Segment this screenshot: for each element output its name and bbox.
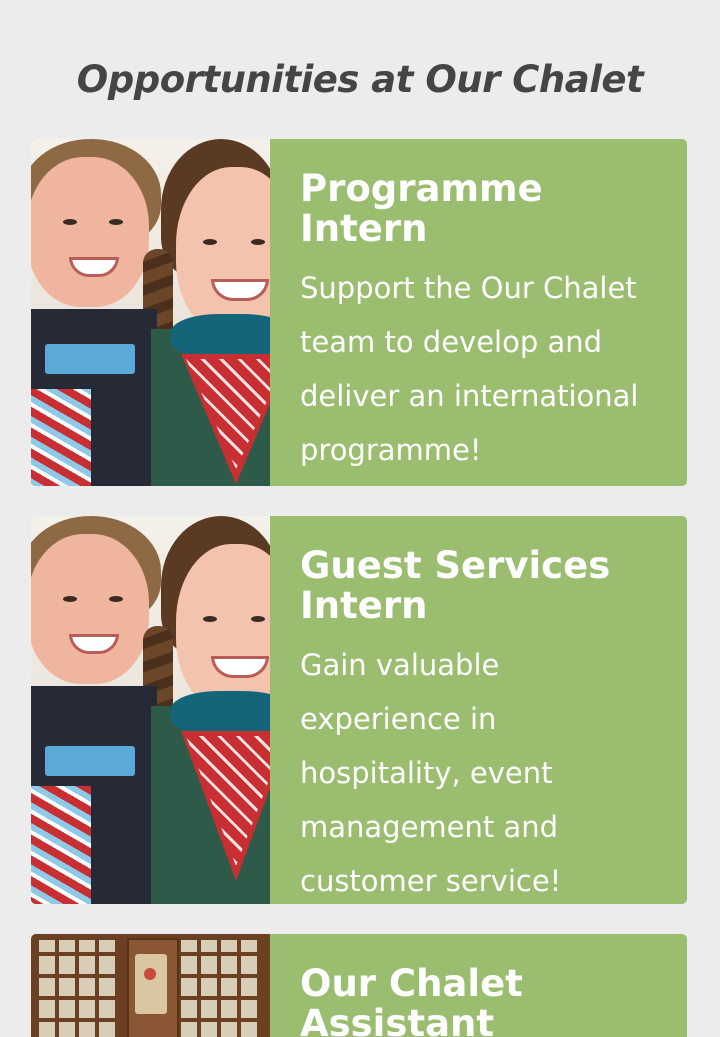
card-description: Gain valuable experience in hospitality,… [300,648,562,898]
chalet-window-photo[interactable] [31,934,270,1037]
card-title[interactable]: Programme Intern [300,169,663,249]
card-text: Guest Services Intern Gain valuable expe… [270,516,687,904]
page: Opportunities at Our Chalet Programme In… [0,0,720,1037]
card-description: Support the Our Chalet team to develop a… [300,271,639,467]
opportunity-card-guest-services-intern[interactable]: Guest Services Intern Gain valuable expe… [31,516,687,904]
card-text: Our Chalet Assistant [270,934,687,1037]
card-title[interactable]: Our Chalet Assistant [300,964,663,1037]
opportunity-card-our-chalet-assistant[interactable]: Our Chalet Assistant [31,934,687,1037]
scouts-photo[interactable] [31,139,270,486]
card-text: Programme Intern Support the Our Chalet … [270,139,687,486]
opportunity-card-programme-intern[interactable]: Programme Intern Support the Our Chalet … [31,139,687,486]
card-title[interactable]: Guest Services Intern [300,546,663,626]
scouts-photo[interactable] [31,516,270,904]
section-title: Opportunities at Our Chalet [76,58,644,101]
